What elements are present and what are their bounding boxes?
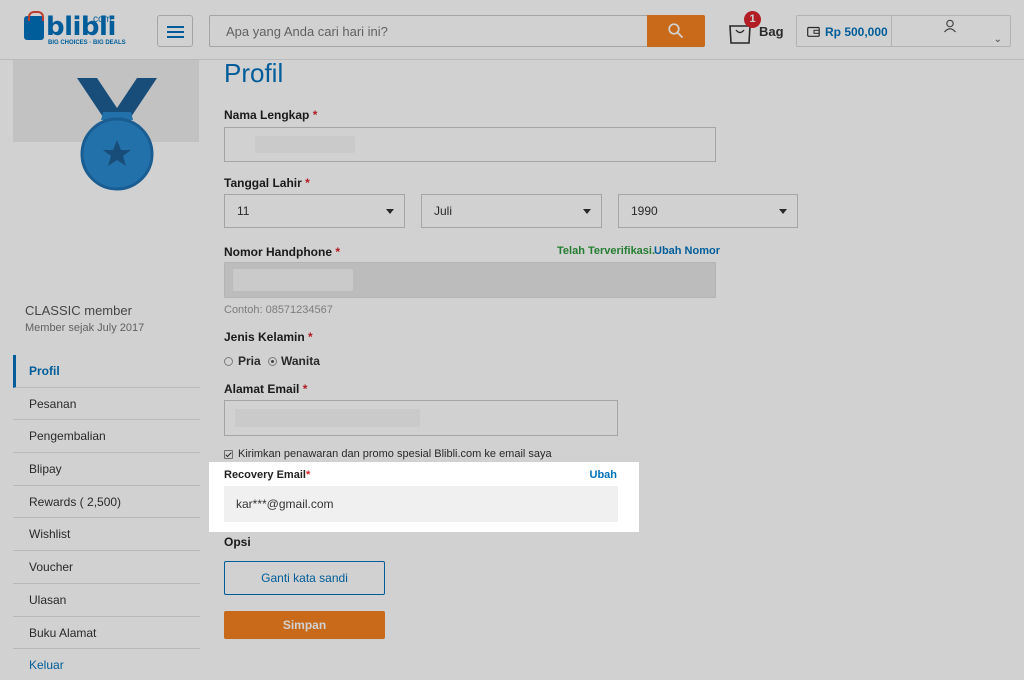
sidebar-item-ulasan[interactable]: Ulasan xyxy=(13,584,200,617)
sidebar-item-buku-alamat[interactable]: Buku Alamat xyxy=(13,617,200,650)
birth-month-value: Juli xyxy=(434,204,453,218)
sidebar-nav: Profil Pesanan Pengembalian Blipay Rewar… xyxy=(13,355,200,680)
caret-down-icon xyxy=(779,209,787,214)
phone-label-text: Nomor Handphone xyxy=(224,245,332,259)
logo-tagline: BIG CHOICES · BIG DEALS xyxy=(48,40,126,46)
member-tier: CLASSIC member xyxy=(25,303,132,318)
redacted-email xyxy=(235,409,420,427)
blibli-logo[interactable]: blibli com BIG CHOICES · BIG DEALS xyxy=(24,11,126,48)
bag-label: Bag xyxy=(759,24,784,39)
caret-down-icon xyxy=(386,209,394,214)
required-mark: * xyxy=(305,176,310,190)
change-password-button[interactable]: Ganti kata sandi xyxy=(224,561,385,595)
chevron-down-icon: ⌄ xyxy=(993,34,1002,45)
change-number-link[interactable]: Ubah Nomor xyxy=(654,245,720,257)
menu-icon xyxy=(167,26,184,28)
wallet-icon xyxy=(807,26,820,37)
medal-icon xyxy=(77,78,157,191)
account-menu-button[interactable]: ⌄ xyxy=(891,15,1011,47)
member-badge-area xyxy=(13,60,199,191)
redacted-phone xyxy=(233,269,353,291)
redacted-name xyxy=(255,136,355,153)
phone-field xyxy=(224,262,716,298)
email-label-text: Alamat Email xyxy=(224,382,300,396)
sidebar-item-profil[interactable]: Profil xyxy=(13,355,200,388)
account-sidebar: CLASSIC member Member sejak July 2017 Pr… xyxy=(0,60,210,680)
birth-year-select[interactable]: 1990 xyxy=(618,194,798,228)
recovery-email-label: Recovery Email* xyxy=(224,469,310,481)
top-header: blibli com BIG CHOICES · BIG DEALS 1 Bag… xyxy=(0,0,1024,60)
birth-month-select[interactable]: Juli xyxy=(421,194,602,228)
gender-label-text: Jenis Kelamin xyxy=(224,330,305,344)
gender-option-wanita[interactable]: Wanita xyxy=(281,354,320,368)
recovery-email-field[interactable]: kar***@gmail.com xyxy=(224,486,618,522)
sidebar-item-keluar[interactable]: Keluar xyxy=(13,649,200,680)
birth-day-select[interactable]: 11 xyxy=(224,194,405,228)
promo-email-checkbox[interactable] xyxy=(224,450,233,459)
gender-option-pria[interactable]: Pria xyxy=(238,354,261,368)
user-icon xyxy=(944,19,956,33)
search-icon xyxy=(668,23,683,38)
gender-label: Jenis Kelamin * xyxy=(224,330,313,344)
phone-label: Nomor Handphone * xyxy=(224,245,340,259)
birth-day-value: 11 xyxy=(237,204,250,218)
save-button[interactable]: Simpan xyxy=(224,611,385,639)
options-label: Opsi xyxy=(224,535,251,549)
hamburger-menu-button[interactable] xyxy=(157,15,193,47)
wallet-amount: Rp 500,000 xyxy=(825,25,888,39)
email-field[interactable] xyxy=(224,400,618,436)
page-title: Profil xyxy=(224,58,284,88)
sidebar-item-wishlist[interactable]: Wishlist xyxy=(13,518,200,552)
recovery-email-section: Recovery Email* Ubah kar***@gmail.com xyxy=(209,462,639,532)
sidebar-item-blipay[interactable]: Blipay xyxy=(13,453,200,486)
sidebar-item-voucher[interactable]: Voucher xyxy=(13,551,200,584)
gender-radio-pria[interactable] xyxy=(224,357,233,366)
full-name-label: Nama Lengkap * xyxy=(224,108,317,122)
email-label: Alamat Email * xyxy=(224,382,307,396)
full-name-label-text: Nama Lengkap xyxy=(224,108,310,122)
required-mark: * xyxy=(305,469,311,481)
search-input[interactable] xyxy=(210,16,648,46)
recovery-email-edit-link[interactable]: Ubah xyxy=(590,469,618,481)
required-mark: * xyxy=(335,245,341,259)
caret-down-icon xyxy=(583,209,591,214)
search-bar xyxy=(209,15,705,47)
birth-year-value: 1990 xyxy=(631,204,658,218)
menu-icon-line xyxy=(167,31,184,33)
full-name-field[interactable] xyxy=(224,127,716,162)
phone-hint: Contoh: 08571234567 xyxy=(224,304,333,316)
sidebar-item-rewards[interactable]: Rewards ( 2,500) xyxy=(13,486,200,519)
shopping-bag-logo-icon xyxy=(24,11,44,40)
birth-date-label: Tanggal Lahir * xyxy=(224,176,310,190)
wallet-balance[interactable]: Rp 500,000 xyxy=(796,15,892,47)
birth-date-label-text: Tanggal Lahir xyxy=(224,176,302,190)
search-button[interactable] xyxy=(647,15,705,47)
logo-suffix: com xyxy=(93,14,112,25)
gender-radio-wanita[interactable] xyxy=(268,357,277,366)
menu-icon-line xyxy=(167,36,184,38)
recovery-email-label-text: Recovery Email xyxy=(224,469,306,481)
member-since: Member sejak July 2017 xyxy=(25,322,145,334)
required-mark: * xyxy=(302,382,308,396)
bag-button[interactable]: 1 Bag xyxy=(726,11,786,48)
phone-verified-status: Telah Terverifikasi. xyxy=(557,245,656,257)
required-mark: * xyxy=(312,108,318,122)
sidebar-item-pengembalian[interactable]: Pengembalian xyxy=(13,420,200,454)
sidebar-item-pesanan[interactable]: Pesanan xyxy=(13,388,200,421)
promo-email-label[interactable]: Kirimkan penawaran dan promo spesial Bli… xyxy=(238,448,552,460)
required-mark: * xyxy=(308,330,313,344)
